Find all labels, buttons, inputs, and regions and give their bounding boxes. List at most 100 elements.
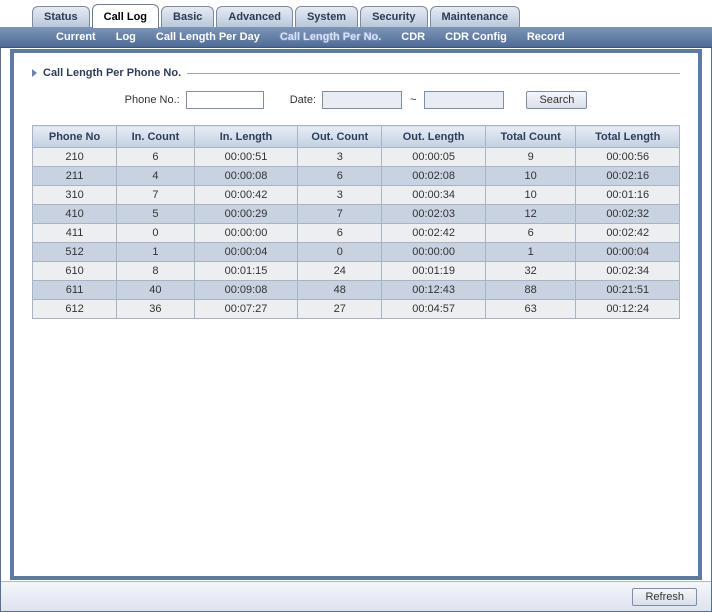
tilde-separator: ~ (408, 94, 418, 106)
cell-total_length: 00:02:32 (576, 205, 680, 224)
section-divider (187, 73, 680, 74)
cell-total_length: 00:21:51 (576, 281, 680, 300)
table-row: 6123600:07:272700:04:576300:12:24 (33, 300, 680, 319)
cell-in_length: 00:00:51 (194, 148, 298, 167)
sub-tab-call-length-per-day[interactable]: Call Length Per Day (148, 29, 268, 45)
cell-in_length: 00:01:15 (194, 262, 298, 281)
cell-phone_no: 310 (33, 186, 117, 205)
cell-total_count: 6 (485, 224, 576, 243)
cell-out_count: 0 (298, 243, 382, 262)
cell-total_count: 9 (485, 148, 576, 167)
search-bar: Phone No.: Date: ~ Search (32, 91, 680, 109)
cell-in_count: 36 (117, 300, 195, 319)
phone-label: Phone No.: (125, 94, 180, 106)
cell-out_length: 00:00:34 (382, 186, 486, 205)
cell-phone_no: 411 (33, 224, 117, 243)
cell-total_length: 00:00:04 (576, 243, 680, 262)
date-to-input[interactable] (424, 91, 504, 109)
table-row: 512100:00:04000:00:00100:00:04 (33, 243, 680, 262)
main-tab-advanced[interactable]: Advanced (216, 6, 293, 27)
cell-phone_no: 512 (33, 243, 117, 262)
cell-out_length: 00:00:00 (382, 243, 486, 262)
cell-phone_no: 210 (33, 148, 117, 167)
date-label: Date: (290, 94, 316, 106)
main-tab-basic[interactable]: Basic (161, 6, 214, 27)
cell-in_count: 5 (117, 205, 195, 224)
cell-in_count: 40 (117, 281, 195, 300)
main-tab-system[interactable]: System (295, 6, 358, 27)
cell-out_length: 00:00:05 (382, 148, 486, 167)
col-total-length: Total Length (576, 126, 680, 148)
cell-in_count: 4 (117, 167, 195, 186)
main-tab-maintenance[interactable]: Maintenance (430, 6, 521, 27)
cell-out_count: 24 (298, 262, 382, 281)
caret-right-icon (32, 69, 37, 77)
cell-out_count: 48 (298, 281, 382, 300)
sub-tab-call-length-per-no-[interactable]: Call Length Per No. (272, 29, 389, 45)
cell-phone_no: 410 (33, 205, 117, 224)
col-in-length: In. Length (194, 126, 298, 148)
cell-out_count: 3 (298, 148, 382, 167)
sub-tab-cdr-config[interactable]: CDR Config (437, 29, 515, 45)
col-total-count: Total Count (485, 126, 576, 148)
cell-total_count: 12 (485, 205, 576, 224)
sub-tab-record[interactable]: Record (519, 29, 573, 45)
sub-tab-cdr[interactable]: CDR (393, 29, 433, 45)
table-row: 310700:00:42300:00:341000:01:16 (33, 186, 680, 205)
cell-total_count: 10 (485, 167, 576, 186)
cell-in_length: 00:00:00 (194, 224, 298, 243)
cell-out_length: 00:02:08 (382, 167, 486, 186)
sub-tab-log[interactable]: Log (108, 29, 144, 45)
cell-in_length: 00:00:29 (194, 205, 298, 224)
table-row: 411000:00:00600:02:42600:02:42 (33, 224, 680, 243)
table-row: 610800:01:152400:01:193200:02:34 (33, 262, 680, 281)
cell-in_count: 8 (117, 262, 195, 281)
col-out-length: Out. Length (382, 126, 486, 148)
refresh-button[interactable]: Refresh (632, 588, 697, 606)
table-row: 410500:00:29700:02:031200:02:32 (33, 205, 680, 224)
cell-in_count: 0 (117, 224, 195, 243)
cell-total_length: 00:12:24 (576, 300, 680, 319)
cell-total_length: 00:02:42 (576, 224, 680, 243)
cell-total_count: 32 (485, 262, 576, 281)
cell-total_count: 88 (485, 281, 576, 300)
cell-total_length: 00:02:34 (576, 262, 680, 281)
cell-out_count: 7 (298, 205, 382, 224)
col-in-count: In. Count (117, 126, 195, 148)
app-frame: StatusCall LogBasicAdvancedSystemSecurit… (0, 0, 712, 612)
sub-tabs: CurrentLogCall Length Per DayCall Length… (0, 26, 712, 48)
sub-tab-current[interactable]: Current (48, 29, 104, 45)
cell-out_length: 00:12:43 (382, 281, 486, 300)
cell-phone_no: 612 (33, 300, 117, 319)
cell-in_length: 00:07:27 (194, 300, 298, 319)
cell-total_count: 10 (485, 186, 576, 205)
cell-out_length: 00:02:42 (382, 224, 486, 243)
section-header: Call Length Per Phone No. (32, 67, 680, 79)
cell-phone_no: 610 (33, 262, 117, 281)
date-from-input[interactable] (322, 91, 402, 109)
cell-out_count: 6 (298, 224, 382, 243)
cell-out_length: 00:01:19 (382, 262, 486, 281)
cell-in_count: 6 (117, 148, 195, 167)
col-phone-no: Phone No (33, 126, 117, 148)
table-row: 6114000:09:084800:12:438800:21:51 (33, 281, 680, 300)
phone-input[interactable] (186, 91, 264, 109)
cell-total_count: 63 (485, 300, 576, 319)
table-row: 211400:00:08600:02:081000:02:16 (33, 167, 680, 186)
cell-total_length: 00:02:16 (576, 167, 680, 186)
main-tab-security[interactable]: Security (360, 6, 427, 27)
content-panel: Call Length Per Phone No. Phone No.: Dat… (10, 49, 702, 580)
main-tab-call-log[interactable]: Call Log (92, 4, 159, 28)
cell-in_length: 00:00:04 (194, 243, 298, 262)
table-row: 210600:00:51300:00:05900:00:56 (33, 148, 680, 167)
cell-out_length: 00:02:03 (382, 205, 486, 224)
cell-phone_no: 611 (33, 281, 117, 300)
main-tab-status[interactable]: Status (32, 6, 90, 27)
main-tabs: StatusCall LogBasicAdvancedSystemSecurit… (0, 0, 712, 27)
cell-out_count: 3 (298, 186, 382, 205)
cell-out_count: 6 (298, 167, 382, 186)
search-button[interactable]: Search (526, 91, 587, 109)
cell-in_length: 00:09:08 (194, 281, 298, 300)
cell-in_count: 1 (117, 243, 195, 262)
cell-in_length: 00:00:08 (194, 167, 298, 186)
